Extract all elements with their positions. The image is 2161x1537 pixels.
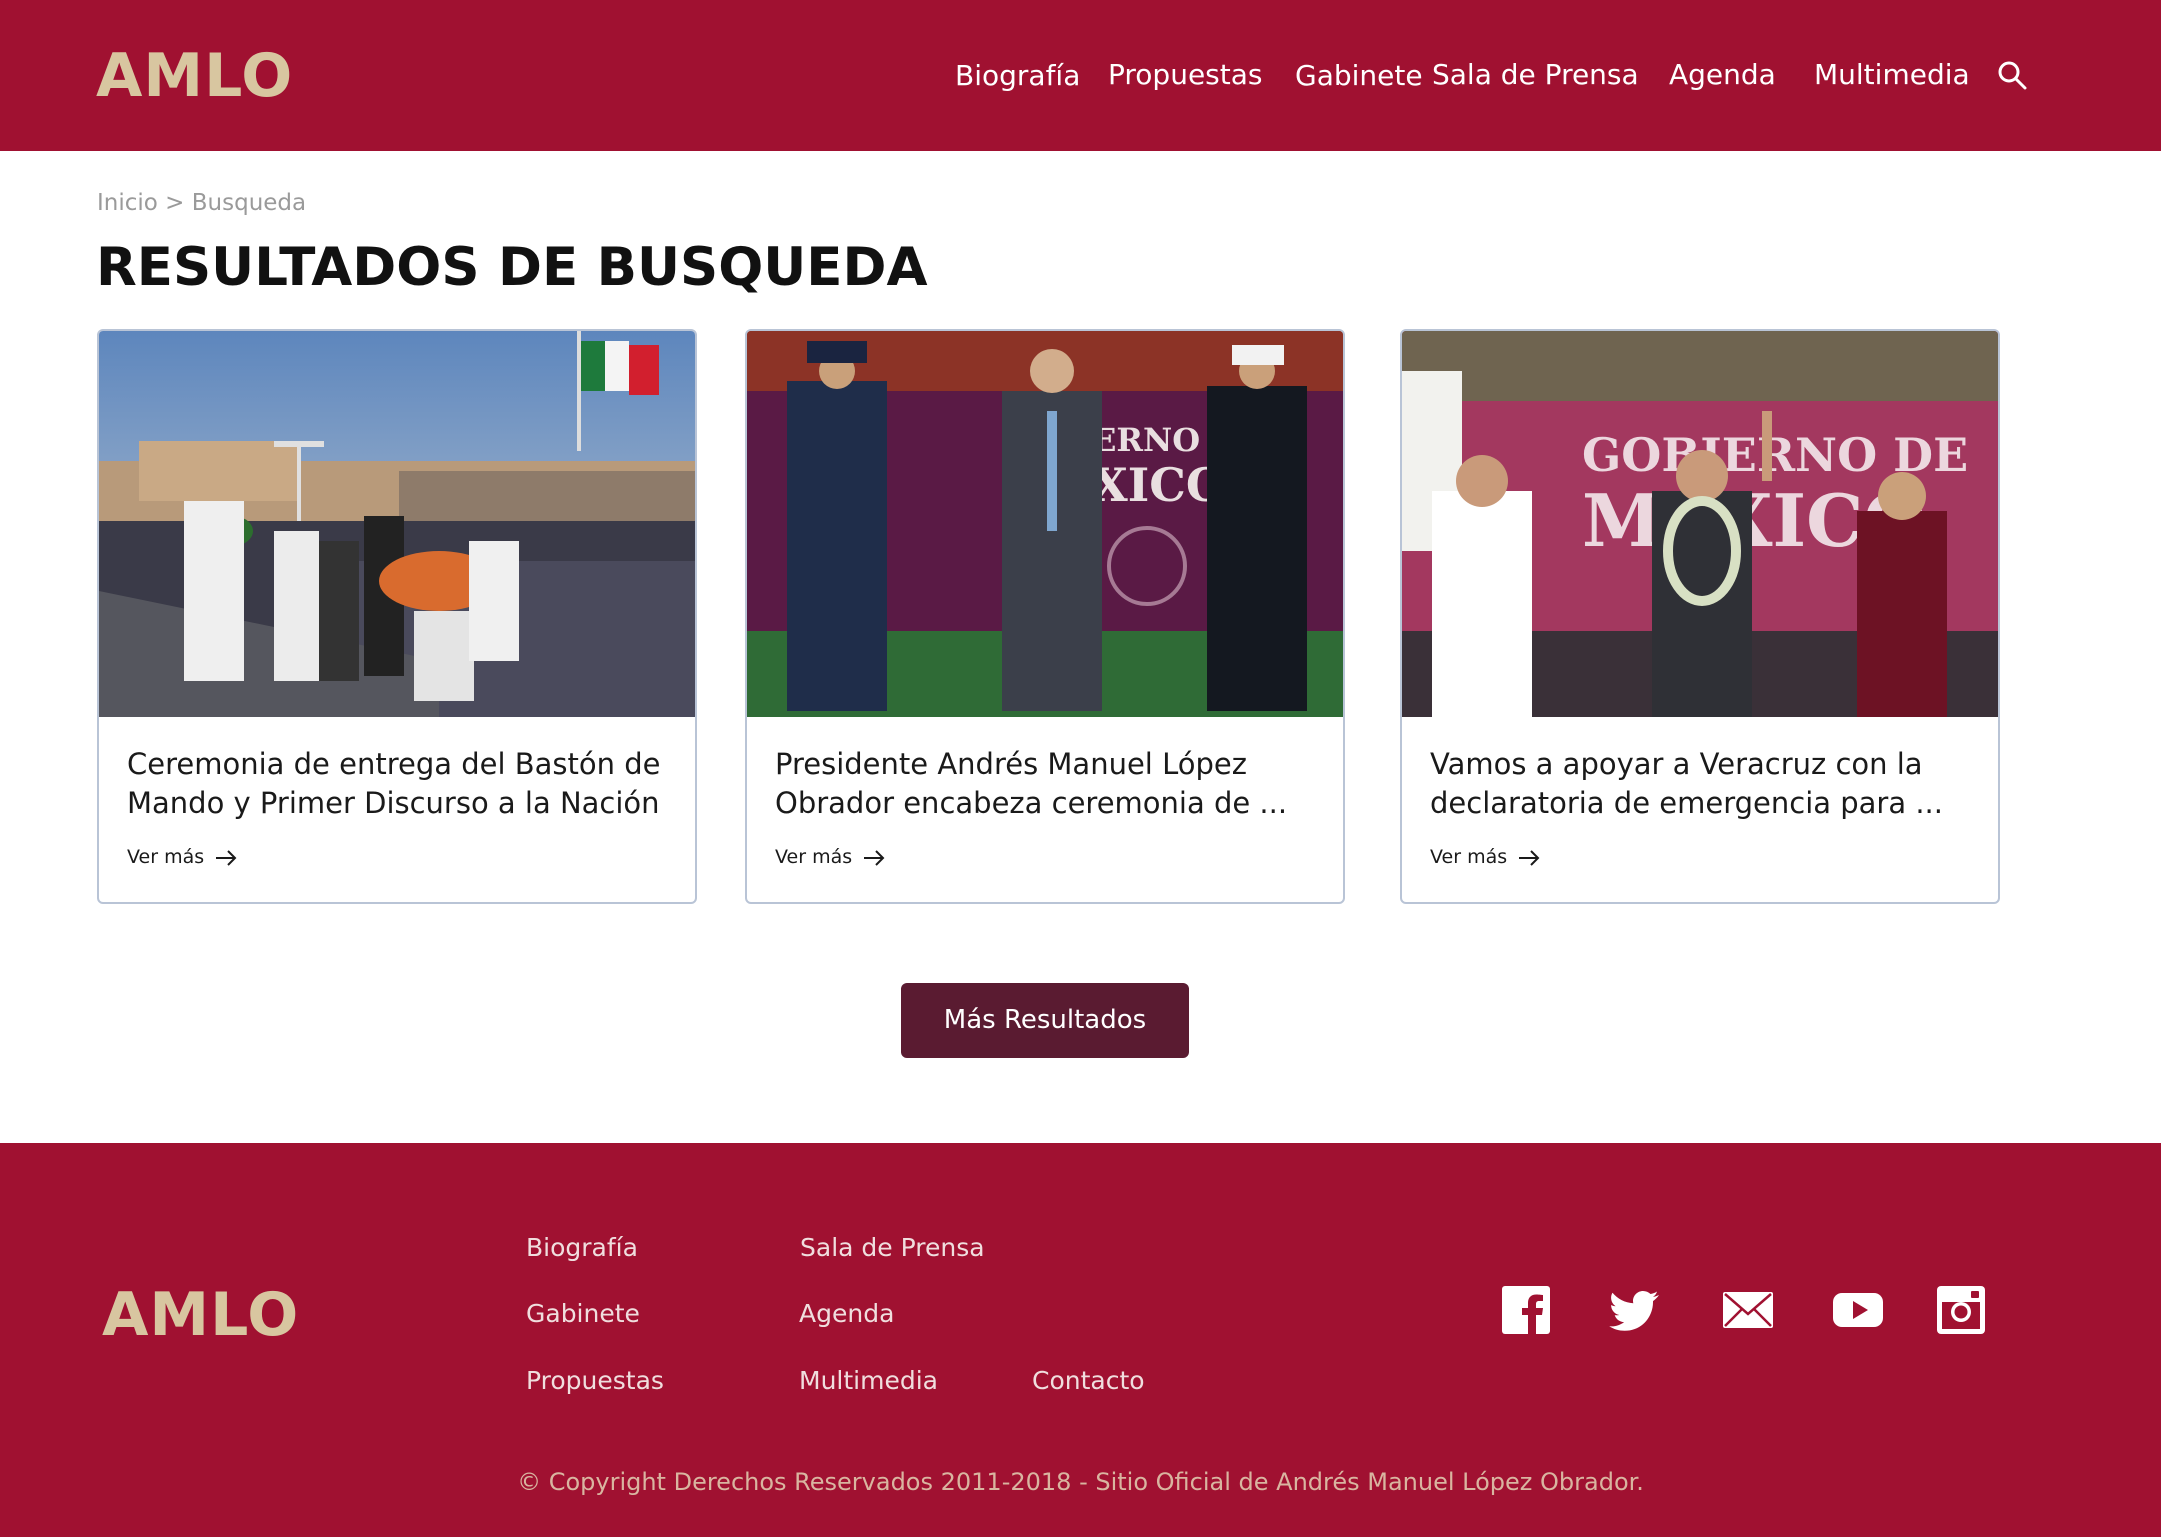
mail-icon[interactable] [1722, 1284, 1774, 1336]
page: AMLO Biografía Propuestas Gabinete Sala … [0, 0, 2161, 1537]
nav-item-agenda[interactable]: Agenda [1669, 55, 1776, 95]
card-title[interactable]: Vamos a apoyar a Veracruz con la declara… [1430, 745, 1986, 823]
nav-item-gabinete[interactable]: Gabinete [1295, 56, 1423, 96]
site-logo[interactable]: AMLO [96, 38, 293, 114]
site-footer: AMLO Biografía Sala de Prensa Gabinete A… [0, 1143, 2161, 1537]
site-header: AMLO Biografía Propuestas Gabinete Sala … [0, 0, 2161, 151]
twitter-icon[interactable] [1609, 1284, 1661, 1336]
nav-item-biografia[interactable]: Biografía [955, 56, 1080, 96]
result-card[interactable]: Ceremonia de entrega del Bastón de Mando… [97, 329, 697, 904]
instagram-icon[interactable] [1935, 1284, 1987, 1336]
footer-link-multimedia[interactable]: Multimedia [799, 1364, 938, 1398]
footer-logo[interactable]: AMLO [102, 1277, 299, 1353]
footer-link-sala-de-prensa[interactable]: Sala de Prensa [800, 1231, 985, 1265]
arrow-right-icon [216, 849, 237, 866]
banner-text-2: XICO [1092, 458, 1226, 512]
footer-link-agenda[interactable]: Agenda [799, 1297, 894, 1331]
youtube-icon[interactable] [1832, 1284, 1884, 1336]
breadcrumb-separator: > [165, 190, 185, 216]
breadcrumb-current: Busqueda [191, 190, 307, 216]
ver-mas-label: Ver más [775, 846, 853, 868]
more-results-button[interactable]: Más Resultados [901, 983, 1189, 1058]
card-title[interactable]: Ceremonia de entrega del Bastón de Mando… [127, 745, 683, 823]
page-title: RESULTADOS DE BUSQUEDA [96, 237, 928, 298]
card-image[interactable]: GOBIERNO DE MEXICO [1402, 331, 1998, 717]
nav-item-multimedia[interactable]: Multimedia [1814, 55, 1970, 95]
card-image-veracruz-event: GOBIERNO DE MEXICO [1402, 331, 1998, 717]
card-image[interactable]: ERNO D XICO [747, 331, 1343, 717]
card-image-military-ceremony: ERNO D XICO [747, 331, 1343, 717]
card-image-zocalo-ceremony [99, 331, 695, 717]
breadcrumb-home[interactable]: Inicio [97, 190, 158, 216]
facebook-icon[interactable] [1500, 1284, 1552, 1336]
result-card[interactable]: GOBIERNO DE MEXICO Vamos a apoyar a Vera… [1400, 329, 2000, 904]
copyright-text: © Copyright Derechos Reservados 2011-201… [517, 1468, 1644, 1496]
search-icon[interactable] [1997, 60, 2027, 90]
result-card[interactable]: ERNO D XICO Presidente Andrés Manuel Lóp… [745, 329, 1345, 904]
ver-mas-link[interactable]: Ver más [1430, 843, 1541, 871]
footer-link-biografia[interactable]: Biografía [526, 1231, 638, 1265]
arrow-right-icon [1519, 849, 1540, 866]
arrow-right-icon [864, 849, 885, 866]
footer-link-contacto[interactable]: Contacto [1032, 1364, 1145, 1398]
ver-mas-label: Ver más [127, 846, 205, 868]
nav-item-sala-de-prensa[interactable]: Sala de Prensa [1432, 55, 1639, 95]
card-title[interactable]: Presidente Andrés Manuel López Obrador e… [775, 745, 1331, 823]
ver-mas-label: Ver más [1430, 846, 1508, 868]
footer-link-propuestas[interactable]: Propuestas [526, 1364, 664, 1398]
ver-mas-link[interactable]: Ver más [127, 843, 238, 871]
card-image[interactable] [99, 331, 695, 717]
nav-item-propuestas[interactable]: Propuestas [1108, 55, 1262, 95]
footer-link-gabinete[interactable]: Gabinete [526, 1297, 640, 1331]
ver-mas-link[interactable]: Ver más [775, 843, 886, 871]
breadcrumb: Inicio > Busqueda [97, 188, 306, 218]
